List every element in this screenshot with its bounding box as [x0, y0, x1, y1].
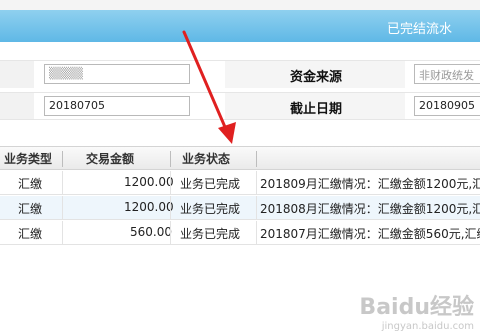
end-date-input[interactable]: 20180905	[414, 96, 480, 116]
cell-type: 汇缴	[18, 202, 43, 216]
end-date-label: 截止日期	[290, 102, 343, 117]
column-header-amount[interactable]: 交易金额	[86, 150, 134, 167]
page-title: 已完结流水	[386, 22, 452, 37]
form-row-2: 20180705 截止日期 20180905	[0, 92, 480, 120]
form-row-1: ▒▒▒▒ 资金来源 非财政统发	[0, 60, 480, 88]
table-row[interactable]: 汇缴 1200.00 业务已完成 201808月汇缴情况：汇缴金额1200元,汇	[0, 196, 480, 220]
table-row[interactable]: 汇缴 1200.00 业务已完成 201809月汇缴情况：汇缴金额1200元,汇	[0, 171, 480, 195]
cell-status: 业务已完成	[180, 177, 241, 191]
cell-amount: 1200.00	[124, 200, 174, 214]
top-strip	[0, 0, 480, 10]
fund-source-input[interactable]: 非财政统发	[414, 64, 480, 84]
column-header-type[interactable]: 业务类型	[4, 150, 52, 167]
watermark: Baidu经验 jingyan.baidu.com	[359, 295, 474, 332]
cell-status: 业务已完成	[180, 202, 241, 216]
cell-status: 业务已完成	[180, 227, 241, 241]
cell-type: 汇缴	[18, 227, 43, 241]
cell-description: 201809月汇缴情况：汇缴金额1200元,汇	[260, 177, 480, 191]
start-date-input[interactable]: 20180705	[44, 96, 190, 116]
cell-amount: 1200.00	[124, 175, 174, 189]
cell-amount: 560.00	[130, 225, 172, 239]
cell-type: 汇缴	[18, 177, 43, 191]
fund-source-label: 资金来源	[290, 70, 343, 85]
cell-description: 201807月汇缴情况：汇缴金额560元,汇缴	[260, 227, 480, 241]
table-header: 业务类型 交易金额 业务状态	[0, 146, 480, 170]
search-form: ▒▒▒▒ 资金来源 非财政统发 20180705 截止日期 20180905	[0, 52, 480, 122]
cell-description: 201808月汇缴情况：汇缴金额1200元,汇	[260, 202, 480, 216]
title-bar: 已完结流水	[0, 10, 480, 42]
table-row[interactable]: 汇缴 560.00 业务已完成 201807月汇缴情况：汇缴金额560元,汇缴	[0, 221, 480, 245]
account-input[interactable]: ▒▒▒▒	[44, 64, 190, 84]
column-header-status[interactable]: 业务状态	[182, 150, 230, 167]
